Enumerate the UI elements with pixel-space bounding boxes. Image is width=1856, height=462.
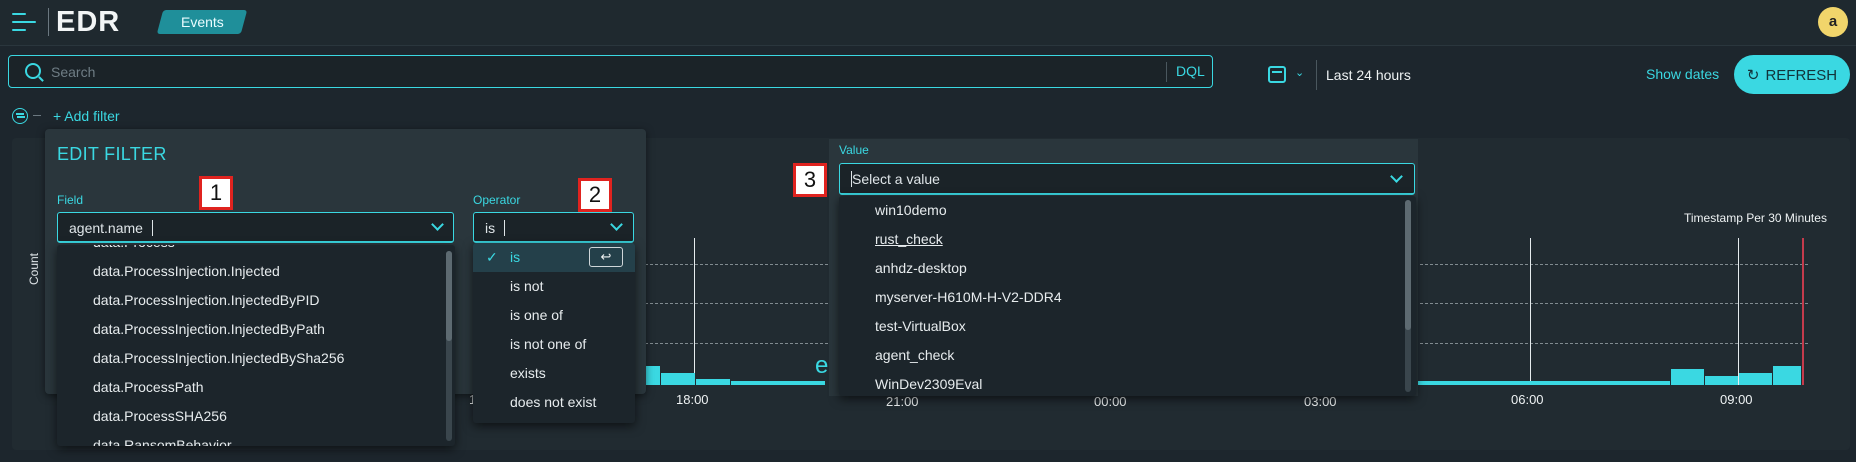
value-option[interactable]: agent_check <box>839 341 1416 370</box>
field-option[interactable]: data.ProcessInjection.Injected <box>57 257 455 286</box>
search-bar: DQL <box>8 55 1213 88</box>
operator-option[interactable]: is one of <box>473 301 635 330</box>
x-tick-label: 09:00 <box>1720 392 1753 407</box>
search-input[interactable] <box>51 60 1151 84</box>
avatar[interactable]: a <box>1818 7 1848 37</box>
x-axis-label: Timestamp Per 30 Minutes <box>1684 211 1827 225</box>
value-option[interactable]: test-VirtualBox <box>839 312 1416 341</box>
value-list-scrollbar[interactable] <box>1405 200 1411 392</box>
histogram-bar[interactable] <box>1418 381 1670 385</box>
x-tick-label: 21:00 <box>886 394 919 409</box>
filter-divider <box>33 115 41 116</box>
x-tick-label: 00:00 <box>1094 394 1127 409</box>
refresh-icon: ↻ <box>1746 66 1760 84</box>
add-filter-link[interactable]: + Add filter <box>53 108 120 124</box>
text-caret <box>152 220 153 236</box>
field-combobox[interactable]: agent.name <box>57 212 454 243</box>
edit-filter-title: EDIT FILTER <box>57 144 167 164</box>
show-dates-link[interactable]: Show dates <box>1646 66 1719 82</box>
logo-divider <box>48 8 49 36</box>
field-option[interactable]: data.RansomBehavior <box>57 431 455 446</box>
histogram-bar[interactable] <box>731 381 825 385</box>
current-time-line <box>1802 238 1804 385</box>
x-tick-label: 06:00 <box>1511 392 1544 407</box>
y-axis-label: Count <box>27 252 42 286</box>
search-divider <box>1166 62 1167 82</box>
field-list-scrollbar[interactable] <box>446 251 452 441</box>
text-caret <box>504 220 505 236</box>
breadcrumb-events-label: Events <box>180 14 224 30</box>
field-option[interactable]: data.ProcessInjection.InjectedByPath <box>57 315 455 344</box>
operator-option[interactable]: does not exist <box>473 388 635 417</box>
search-icon <box>25 63 41 79</box>
field-label: Field <box>57 193 84 207</box>
operator-option[interactable]: is not <box>473 272 635 301</box>
operator-options-list: ✓ is ↩ is not is one of is not one of ex… <box>473 243 635 423</box>
refresh-button[interactable]: ↻ REFRESH <box>1734 55 1850 94</box>
field-option[interactable]: data.Process <box>57 245 455 257</box>
value-options-list: win10demo rust_check anhdz-desktop myser… <box>839 196 1416 396</box>
app-logo[interactable]: EDR <box>56 6 120 39</box>
refresh-label: REFRESH <box>1765 66 1838 84</box>
histogram-bar[interactable] <box>661 373 695 385</box>
histogram-bar[interactable] <box>1705 376 1738 385</box>
operator-option-selected[interactable]: ✓ is ↩ <box>473 243 635 272</box>
operator-value: is <box>485 220 496 236</box>
menu-icon[interactable] <box>12 11 38 33</box>
histogram-bar[interactable] <box>1671 369 1704 385</box>
filter-icon[interactable] <box>12 108 28 124</box>
chevron-down-icon[interactable] <box>610 218 623 231</box>
operator-label: Operator <box>473 193 521 207</box>
field-options-list: data.Process data.ProcessInjection.Injec… <box>57 245 455 446</box>
field-option[interactable]: data.ProcessPath <box>57 373 455 402</box>
value-combobox[interactable]: Select a value <box>839 163 1415 195</box>
dql-toggle[interactable]: DQL <box>1176 63 1205 79</box>
histogram-bar[interactable] <box>646 366 660 385</box>
value-label: Value <box>839 143 869 157</box>
field-option[interactable]: data.ProcessSHA256 <box>57 402 455 431</box>
field-option[interactable]: data.ProcessInjection.InjectedByPID <box>57 286 455 315</box>
operator-combobox[interactable]: is <box>473 212 634 243</box>
operator-option-label: is <box>510 249 521 265</box>
chevron-down-icon[interactable] <box>1390 170 1403 183</box>
chevron-down-icon[interactable]: ⌄ <box>1295 66 1304 79</box>
enter-key-icon: ↩ <box>589 247 623 267</box>
calendar-icon[interactable] <box>1268 66 1286 83</box>
annotation-marker-2: 2 <box>578 178 612 212</box>
value-option[interactable]: win10demo <box>839 196 1416 225</box>
histogram-bar[interactable] <box>1773 366 1801 385</box>
checkmark-icon: ✓ <box>486 249 498 265</box>
field-list-scroll-thumb[interactable] <box>446 251 452 341</box>
top-bar <box>0 0 1856 46</box>
value-option-hovered[interactable]: rust_check <box>839 225 1416 254</box>
value-option[interactable]: anhdz-desktop <box>839 254 1416 283</box>
time-marker-line <box>1738 238 1739 385</box>
value-option[interactable]: myserver-H610M-H-V2-DDR4 <box>839 283 1416 312</box>
field-option[interactable]: data.ProcessInjection.InjectedBySha256 <box>57 344 455 373</box>
time-marker-line <box>1530 238 1531 385</box>
x-tick-label: 18:00 <box>676 392 709 407</box>
histogram-bar[interactable] <box>696 379 730 385</box>
value-placeholder: Select a value <box>852 171 940 187</box>
operator-option[interactable]: is not one of <box>473 330 635 359</box>
histogram-bar[interactable] <box>1739 373 1772 385</box>
value-option[interactable]: WinDev2309Eval <box>839 370 1416 396</box>
time-divider <box>1316 60 1317 90</box>
field-value: agent.name <box>69 220 143 236</box>
annotation-marker-3: 3 <box>793 163 827 197</box>
value-list-scroll-thumb[interactable] <box>1405 200 1411 330</box>
time-marker-line <box>694 238 695 385</box>
x-tick-label: 03:00 <box>1304 394 1337 409</box>
annotation-marker-1: 1 <box>199 176 233 210</box>
operator-option[interactable]: exists <box>473 359 635 388</box>
chevron-down-icon[interactable] <box>431 218 444 231</box>
breadcrumb-events[interactable]: Events <box>156 10 248 34</box>
time-range-label[interactable]: Last 24 hours <box>1326 67 1411 83</box>
